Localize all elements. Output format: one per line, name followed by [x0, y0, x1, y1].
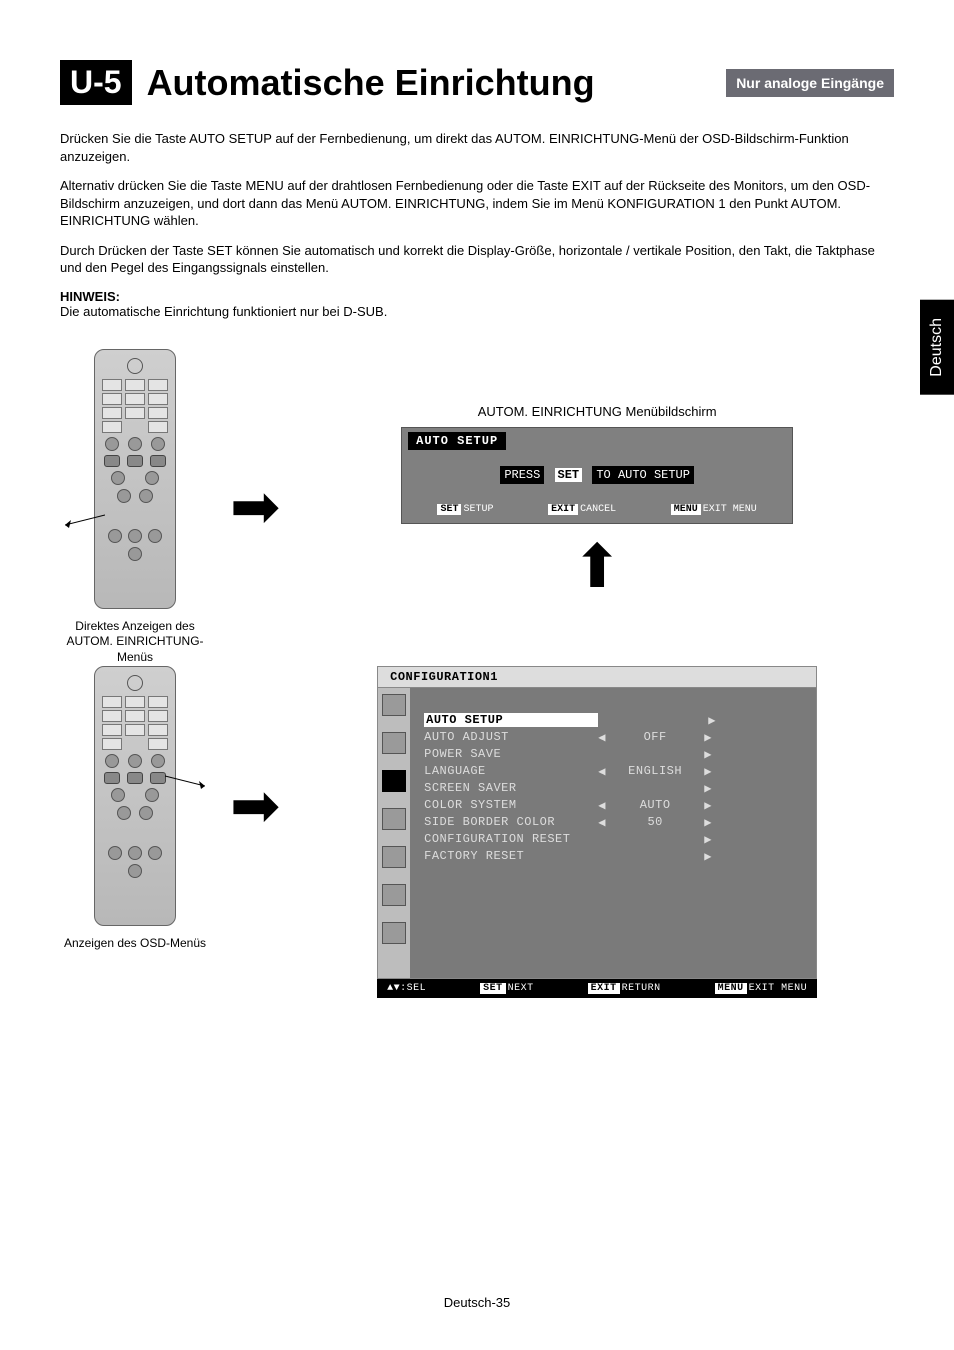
configuration-osd-panel: CONFIGURATION1 AUTO SETUP▶AUTO ADJUST◀OF… — [377, 666, 817, 998]
notice-label: HINWEIS: — [60, 289, 120, 304]
osd-sidebar-icon — [382, 732, 406, 754]
osd-key-icon: SET — [555, 468, 583, 482]
osd-category-sidebar — [378, 688, 410, 978]
osd-title: AUTO SETUP — [408, 432, 506, 450]
osd-sidebar-icon — [382, 770, 406, 792]
paragraph: Alternativ drücken Sie die Taste MENU au… — [60, 177, 894, 230]
osd-footer: ▲▼:SEL SETNEXT EXITRETURN MENUEXIT MENU — [377, 979, 817, 998]
osd-menu-row: FACTORY RESET▶ — [424, 848, 802, 865]
osd-menu-row: SCREEN SAVER▶ — [424, 780, 802, 797]
remote-caption: Direktes Anzeigen des AUTOM. EINRICHTUNG… — [60, 619, 210, 666]
notice-text: Die automatische Einrichtung funktionier… — [60, 304, 387, 319]
paragraph: Durch Drücken der Taste SET können Sie a… — [60, 242, 894, 277]
page-number: Deutsch-35 — [0, 1295, 954, 1310]
osd-sidebar-icon — [382, 808, 406, 830]
paragraph: Drücken Sie die Taste AUTO SETUP auf der… — [60, 130, 894, 165]
arrow-up-icon: ⬆ — [300, 532, 894, 602]
pointer-line-icon — [165, 771, 205, 791]
osd-sidebar-icon — [382, 846, 406, 868]
pointer-line-icon — [65, 510, 105, 530]
osd-caption: AUTOM. EINRICHTUNG Menübildschirm — [300, 404, 894, 419]
remote-control-illustration — [94, 349, 176, 609]
arrow-right-icon: ➡ — [230, 776, 280, 836]
osd-footer: SETSETUP EXITCANCEL MENUEXIT MENU — [402, 500, 792, 519]
remote-caption: Anzeigen des OSD-Menüs — [60, 936, 210, 952]
osd-menu-row: SIDE BORDER COLOR◀50▶ — [424, 814, 802, 831]
arrow-right-icon: ➡ — [230, 477, 280, 537]
osd-menu-row: AUTO ADJUST◀OFF▶ — [424, 729, 802, 746]
osd-sidebar-icon — [382, 922, 406, 944]
auto-setup-osd-panel: AUTO SETUP PRESS SET TO AUTO SETUP SETSE… — [401, 427, 793, 524]
page-header: U-5 Automatische Einrichtung Nur analoge… — [60, 60, 894, 105]
osd-menu-row: LANGUAGE◀ENGLISH▶ — [424, 763, 802, 780]
osd-sidebar-icon — [382, 884, 406, 906]
remote-control-illustration — [94, 666, 176, 926]
osd-menu-list: AUTO SETUP▶AUTO ADJUST◀OFF▶POWER SAVE▶LA… — [410, 688, 816, 978]
osd-menu-row: COLOR SYSTEM◀AUTO▶ — [424, 797, 802, 814]
section-badge: U-5 — [60, 60, 132, 105]
osd-menu-row: AUTO SETUP▶ — [424, 712, 802, 729]
language-side-tab: Deutsch — [920, 300, 954, 395]
osd-title: CONFIGURATION1 — [377, 666, 817, 688]
page-title: Automatische Einrichtung — [147, 62, 595, 104]
osd-menu-row: CONFIGURATION RESET▶ — [424, 831, 802, 848]
osd-text: TO AUTO SETUP — [592, 466, 694, 484]
osd-sidebar-icon — [382, 694, 406, 716]
osd-menu-row: POWER SAVE▶ — [424, 746, 802, 763]
osd-text: PRESS — [500, 466, 544, 484]
input-type-badge: Nur analoge Eingänge — [726, 69, 894, 97]
